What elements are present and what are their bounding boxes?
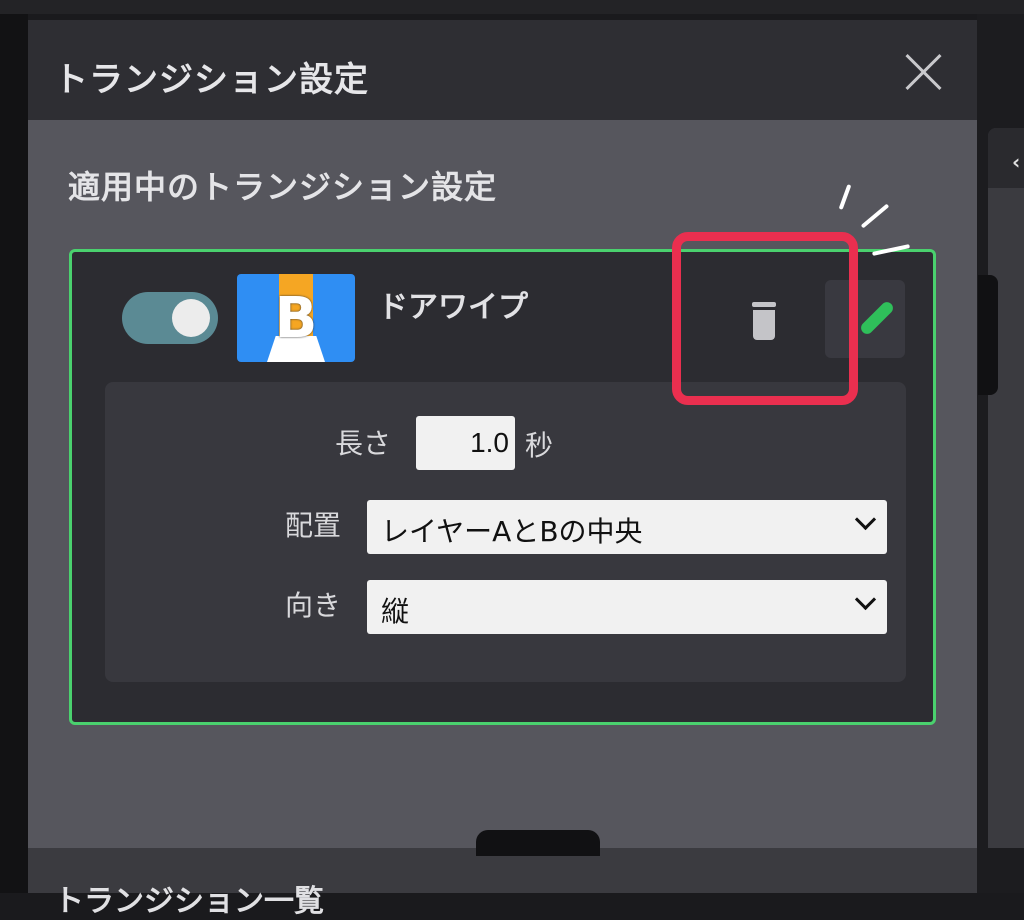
transition-thumbnail: B — [237, 274, 355, 362]
transition-settings-dialog: トランジション設定 適用中のトランジション設定 B ドアワイプ 長さ 秒 配置 … — [28, 20, 977, 848]
dialog-title: トランジション設定 — [54, 60, 369, 100]
resize-handle-right[interactable] — [978, 275, 998, 395]
direction-label: 向き — [285, 589, 342, 622]
chevron-down-icon — [854, 588, 877, 611]
transition-name: ドアワイプ — [378, 290, 528, 325]
close-icon[interactable] — [901, 50, 945, 94]
transition-list-title: トランジション一覧 — [54, 884, 324, 919]
placement-label: 配置 — [285, 509, 342, 542]
transition-settings-box: 長さ 秒 配置 レイヤーAとBの中央 向き 縦 — [105, 382, 906, 682]
resize-handle-bottom[interactable] — [476, 830, 600, 856]
top-bar — [0, 0, 1024, 14]
length-label: 長さ — [335, 427, 392, 460]
length-unit: 秒 — [525, 429, 554, 462]
direction-select[interactable]: 縦 — [367, 580, 887, 634]
dialog-header: トランジション設定 — [28, 20, 977, 120]
pencil-icon — [858, 299, 896, 337]
delete-button-highlight — [672, 232, 858, 405]
applied-section-title: 適用中のトランジション設定 — [68, 168, 498, 206]
placement-value: レイヤーAとBの中央 — [381, 515, 643, 548]
left-edge — [0, 14, 28, 893]
length-input[interactable] — [416, 416, 515, 470]
thumbnail-letter: B — [274, 286, 318, 351]
chevron-left-icon[interactable]: ‹ — [1012, 150, 1020, 174]
chevron-down-icon — [854, 508, 877, 531]
enable-toggle[interactable] — [122, 292, 218, 344]
placement-select[interactable]: レイヤーAとBの中央 — [367, 500, 887, 554]
side-panel — [988, 128, 1024, 848]
toggle-knob — [172, 299, 210, 337]
direction-value: 縦 — [381, 595, 410, 628]
